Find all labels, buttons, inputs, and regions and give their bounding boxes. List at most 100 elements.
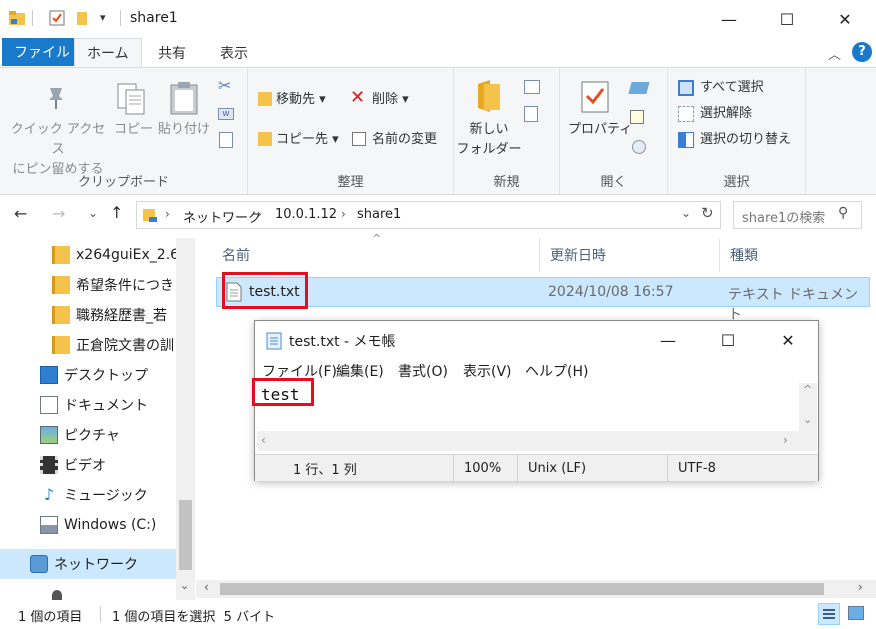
notepad-vscrollbar[interactable]: ^ ⌄ [799,383,817,431]
notepad-close-button[interactable]: ✕ [759,321,817,359]
nav-item-folder[interactable]: 職務経歴書_若 [0,300,176,330]
file-row[interactable]: test.txt 2024/10/08 16:57 テキスト ドキュメント [216,277,870,323]
forward-icon[interactable]: → [52,204,65,223]
chevron-right-icon[interactable]: › [165,207,170,221]
tab-file[interactable]: ファイル [2,38,82,66]
nav-item-folder[interactable]: x264guiEx_2.64 [0,240,176,270]
rename-icon [352,132,366,146]
menu-help[interactable]: ヘルプ(H) [525,361,588,381]
clipboard-group: クイック アクセス にピン留めする コピー 貼り付け ✂ W クリップボード [0,68,248,194]
tab-share[interactable]: 共有 [146,40,198,66]
column-headers: ^ 名前 更新日時 種類 [212,232,876,272]
nav-item-label: 希望条件につき [76,278,174,294]
up-icon[interactable]: ↑ [110,203,123,222]
tab-view[interactable]: 表示 [208,40,260,66]
history-icon[interactable] [632,140,646,154]
new-folder-quick-icon[interactable] [74,9,92,27]
notepad-hscrollbar[interactable]: ‹ › [257,431,817,451]
notepad-minimize-button[interactable]: — [639,321,697,359]
paste-shortcut-icon[interactable] [219,132,233,148]
maximize-button[interactable]: ☐ [758,0,816,38]
chevron-right-icon[interactable]: › [341,207,346,221]
tab-home[interactable]: ホーム [74,38,142,68]
hscroll-thumb[interactable] [220,583,824,595]
notepad-text-area[interactable]: test ^ ⌄ ‹ › [257,383,817,453]
new-folder-button[interactable]: 新しい フォルダー [454,120,524,160]
nav-item-pictures[interactable]: ピクチャ [0,420,176,450]
status-zoom: 100% [453,455,517,482]
nav-item-videos[interactable]: ビデオ [0,450,176,480]
scroll-left-icon[interactable]: ‹ [261,433,266,447]
recent-locations-icon[interactable]: ⌄ [88,206,98,220]
copy-path-icon[interactable]: W [218,108,234,120]
nav-item-desktop[interactable]: デスクトップ [0,360,176,390]
network-location-icon [143,209,157,222]
nav-item-folder[interactable]: 希望条件につき [0,270,176,300]
rename-button[interactable]: 名前の変更 [372,130,437,150]
back-icon[interactable]: ← [14,204,27,223]
details-view-icon[interactable] [818,603,840,625]
minimize-button[interactable]: — [700,0,758,38]
search-box[interactable]: share1の検索 ⚲ [733,201,862,229]
paste-icon [170,82,198,115]
new-item-icon[interactable] [524,80,540,94]
column-header-name[interactable]: 名前 [212,238,540,272]
refresh-icon[interactable]: ↻ [701,204,714,222]
address-bar[interactable]: › ネットワーク › 10.0.1.12 › share1 ⌄ ↻ [136,201,721,229]
menu-format[interactable]: 書式(O) [398,361,448,381]
notepad-maximize-button[interactable]: ☐ [699,321,757,359]
nav-item-drive-c[interactable]: Windows (C:) [0,510,176,540]
nav-item-music[interactable]: ♪ ミュージック [0,480,176,510]
cut-icon[interactable]: ✂ [218,76,231,95]
breadcrumb-network[interactable]: ネットワーク [183,207,261,226]
file-list-hscrollbar[interactable]: ‹ › [196,580,876,598]
copy-icon [117,83,145,115]
delete-button[interactable]: 削除 ▾ [372,90,409,110]
help-icon[interactable]: ? [852,42,872,62]
copy-button[interactable]: コピー [114,120,153,140]
select-all-button[interactable]: すべて選択 [700,78,764,98]
ribbon-tabs: ファイル ホーム 共有 表示 ︿ ? [0,38,876,68]
search-placeholder[interactable]: share1の検索 [742,207,825,226]
nav-item-network[interactable]: ネットワーク [0,549,176,579]
notepad-window[interactable]: test.txt - メモ帳 — ☐ ✕ ファイル(F) 編集(E) 書式(O)… [254,320,819,482]
scroll-down-icon[interactable]: ⌄ [803,413,812,426]
customize-qa-icon[interactable]: ▾ [100,11,106,24]
breadcrumb-ip[interactable]: 10.0.1.12 [275,207,337,222]
open-icon[interactable] [628,82,650,94]
edit-icon[interactable] [630,110,644,124]
scroll-right-icon[interactable]: › [858,580,863,594]
invert-selection-button[interactable]: 選択の切り替え [700,130,791,150]
scroll-right-icon[interactable]: › [783,433,788,447]
large-icons-view-icon[interactable] [848,606,864,620]
breadcrumb-share1[interactable]: share1 [357,207,401,222]
properties-button[interactable]: プロパティ [568,120,632,140]
easy-access-icon[interactable] [524,106,538,122]
copy-to-button[interactable]: コピー先 ▾ [276,130,339,150]
address-dropdown-icon[interactable]: ⌄ [681,206,691,220]
delete-icon: ✕ [350,87,366,108]
scroll-down-icon[interactable]: ⌄ [180,579,189,592]
chevron-right-icon[interactable]: › [257,207,262,221]
move-to-button[interactable]: 移動先 ▾ [276,90,326,110]
scroll-up-icon[interactable]: ^ [803,383,812,396]
properties-quick-icon[interactable] [48,9,66,27]
search-icon[interactable]: ⚲ [838,205,848,221]
menu-edit[interactable]: 編集(E) [336,361,384,381]
invert-selection-icon [678,132,694,148]
nav-scrollbar[interactable]: ⌄ [176,238,195,600]
column-header-type[interactable]: 種類 [720,238,870,272]
scroll-left-icon[interactable]: ‹ [204,580,209,594]
nav-item-documents[interactable]: ドキュメント [0,390,176,420]
select-none-button[interactable]: 選択解除 [700,104,752,124]
close-button[interactable]: ✕ [816,0,874,38]
paste-button[interactable]: 貼り付け [158,120,210,140]
collapse-ribbon-icon[interactable]: ︿ [828,44,841,63]
music-icon: ♪ [43,485,55,504]
new-group: 新しい フォルダー 新規 [454,68,560,194]
nav-item-folder[interactable]: 正倉院文書の訓 [0,330,176,360]
column-header-modified[interactable]: 更新日時 [540,238,720,272]
nav-scroll-thumb[interactable] [179,500,192,570]
nav-item-label: 正倉院文書の訓 [76,338,174,354]
menu-view[interactable]: 表示(V) [463,361,512,381]
